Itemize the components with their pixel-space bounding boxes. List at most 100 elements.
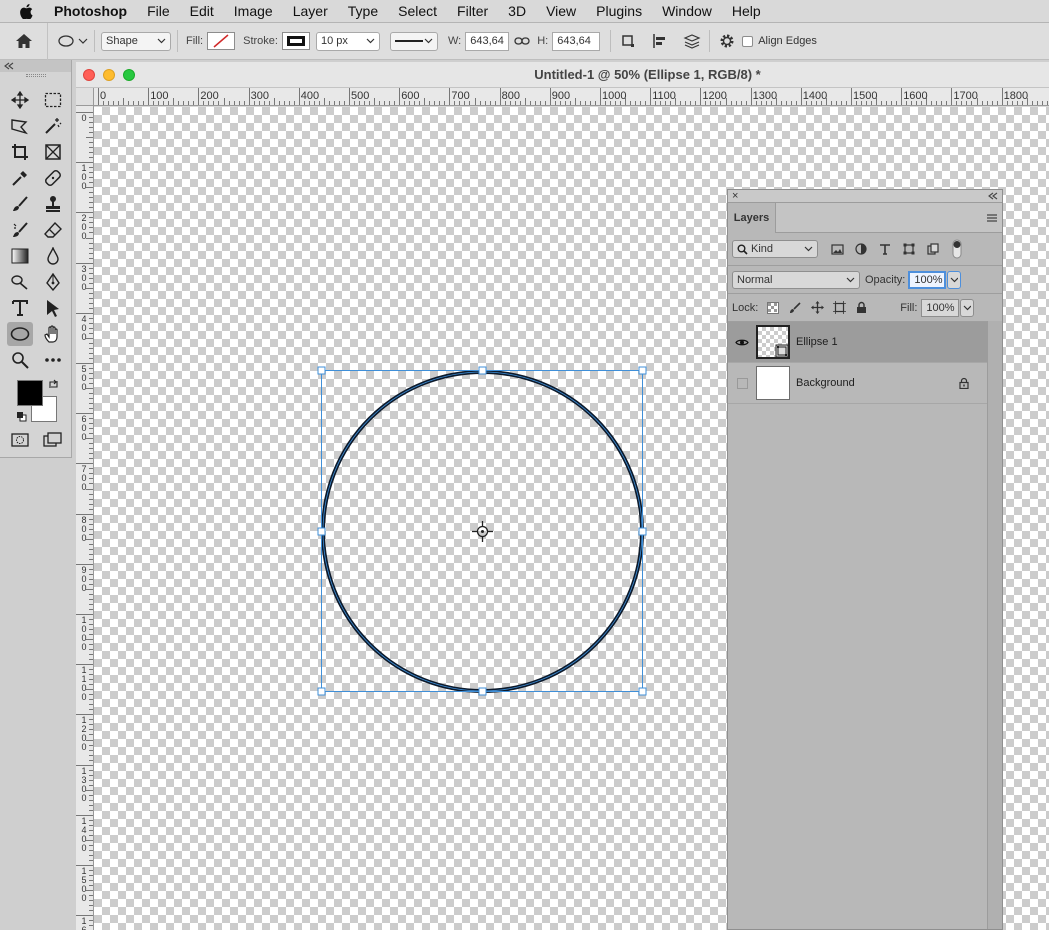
tool-preset-picker[interactable]	[58, 35, 88, 47]
frame-tool[interactable]	[40, 140, 66, 164]
path-arrangement-button[interactable]	[681, 30, 703, 52]
menu-view[interactable]: View	[536, 3, 586, 19]
menu-image[interactable]: Image	[224, 3, 283, 19]
zoom-tool[interactable]	[7, 348, 33, 372]
menu-window[interactable]: Window	[652, 3, 722, 19]
fill-opacity-field[interactable]: 100%	[921, 298, 960, 317]
filter-adjustment-button[interactable]	[852, 240, 870, 258]
filter-type-button[interactable]	[876, 240, 894, 258]
lock-artboard-button[interactable]	[830, 299, 848, 317]
handle-middle-right[interactable]	[638, 527, 647, 536]
blend-mode-select[interactable]: Normal	[732, 270, 860, 289]
opacity-dropdown[interactable]	[947, 270, 962, 289]
lock-image-pixels-button[interactable]	[786, 299, 804, 317]
screen-mode-button[interactable]	[40, 428, 66, 452]
move-tool[interactable]	[7, 88, 33, 112]
menu-select[interactable]: Select	[388, 3, 447, 19]
close-panel-icon[interactable]: ×	[732, 190, 738, 202]
menu-3d[interactable]: 3D	[498, 3, 536, 19]
layer-row-ellipse-1[interactable]: Ellipse 1	[728, 322, 987, 363]
hand-tool[interactable]	[40, 322, 66, 346]
quick-mask-button[interactable]	[7, 428, 33, 452]
ruler-origin[interactable]	[76, 88, 94, 106]
clone-stamp-tool[interactable]	[40, 192, 66, 216]
gradient-tool[interactable]	[7, 244, 33, 268]
menu-photoshop[interactable]: Photoshop	[52, 3, 137, 19]
stroke-type-select[interactable]	[389, 31, 438, 51]
lasso-tool[interactable]	[7, 114, 33, 138]
fill-swatch[interactable]	[207, 32, 236, 50]
fill-opacity-dropdown[interactable]	[960, 298, 975, 317]
handle-bottom-right[interactable]	[638, 687, 647, 696]
menu-filter[interactable]: Filter	[447, 3, 498, 19]
lock-position-button[interactable]	[808, 299, 826, 317]
blur-tool[interactable]	[40, 244, 66, 268]
filter-smart-object-button[interactable]	[924, 240, 942, 258]
dodge-tool[interactable]	[7, 270, 33, 294]
stroke-width-field[interactable]: 10 px	[315, 31, 380, 51]
handle-bottom-left[interactable]	[317, 687, 326, 696]
ellipse-tool[interactable]	[7, 322, 33, 346]
collapse-icon[interactable]	[988, 192, 998, 200]
filter-kind-select[interactable]: Kind	[732, 240, 818, 258]
marquee-tool[interactable]	[40, 88, 66, 112]
tool-mode-select[interactable]: Shape	[101, 31, 171, 51]
pen-tool[interactable]	[40, 270, 66, 294]
handle-top-center[interactable]	[478, 366, 487, 375]
handle-top-left[interactable]	[317, 366, 326, 375]
opacity-field[interactable]: 100%	[908, 270, 947, 289]
layer-name[interactable]: Ellipse 1	[796, 336, 838, 348]
layers-scrollbar[interactable]	[987, 321, 1002, 929]
path-selection-tool[interactable]	[40, 296, 66, 320]
layer-visibility-toggle[interactable]	[728, 338, 756, 347]
tools-panel-header[interactable]	[0, 60, 71, 72]
layer-name[interactable]: Background	[796, 377, 959, 389]
swap-colors-button[interactable]	[48, 379, 59, 393]
horizontal-ruler[interactable]: 0 100 200 300 400 500 600 700 800 900 1000 1100 1200…	[94, 88, 1049, 106]
lock-transparent-pixels-button[interactable]	[764, 299, 782, 317]
document-titlebar[interactable]: Untitled-1 @ 50% (Ellipse 1, RGB/8) *	[76, 62, 1049, 88]
layers-panel-header[interactable]: ×	[728, 190, 1002, 203]
menu-type[interactable]: Type	[338, 3, 388, 19]
home-button[interactable]	[0, 22, 48, 60]
menu-edit[interactable]: Edit	[180, 3, 224, 19]
handle-middle-left[interactable]	[317, 527, 326, 536]
tab-layers[interactable]: Layers	[728, 203, 776, 233]
stroke-swatch[interactable]	[281, 32, 310, 50]
handle-bottom-center[interactable]	[478, 687, 487, 696]
foreground-color-swatch[interactable]	[17, 380, 43, 406]
menu-file[interactable]: File	[137, 3, 180, 19]
type-tool[interactable]	[7, 296, 33, 320]
crop-tool[interactable]	[7, 140, 33, 164]
history-brush-tool[interactable]	[7, 218, 33, 242]
tools-grip[interactable]	[26, 74, 46, 77]
path-alignment-button[interactable]	[649, 30, 671, 52]
menu-help[interactable]: Help	[722, 3, 771, 19]
geometry-options-button[interactable]	[716, 30, 738, 52]
reference-point-crosshair-icon[interactable]	[472, 521, 493, 542]
layer-visibility-toggle[interactable]	[728, 377, 756, 389]
align-edges-checkbox[interactable]	[742, 35, 754, 47]
width-field[interactable]: 643,64	[465, 31, 510, 51]
menu-layer[interactable]: Layer	[283, 3, 338, 19]
default-colors-button[interactable]	[16, 411, 27, 425]
handle-top-right[interactable]	[638, 366, 647, 375]
filter-pixel-button[interactable]	[828, 240, 846, 258]
menu-plugins[interactable]: Plugins	[586, 3, 652, 19]
filter-toggle-switch[interactable]	[948, 239, 966, 259]
eyedropper-tool[interactable]	[7, 166, 33, 190]
more-tools-button[interactable]	[40, 348, 66, 372]
apple-icon[interactable]	[0, 3, 52, 19]
height-field[interactable]: 643,64	[552, 31, 601, 51]
layer-row-background[interactable]: Background	[728, 363, 987, 404]
link-dimensions-button[interactable]	[511, 30, 533, 52]
lock-all-button[interactable]	[852, 299, 870, 317]
healing-brush-tool[interactable]	[40, 166, 66, 190]
brush-tool[interactable]	[7, 192, 33, 216]
filter-shape-button[interactable]	[900, 240, 918, 258]
eraser-tool[interactable]	[40, 218, 66, 242]
path-operations-button[interactable]	[617, 30, 639, 52]
vertical-ruler[interactable]: 0 100 200 300 400 500 600 700 800 900 1000 1100 1200…	[76, 106, 94, 930]
magic-wand-tool[interactable]	[40, 114, 66, 138]
panel-menu-icon[interactable]	[986, 213, 998, 223]
